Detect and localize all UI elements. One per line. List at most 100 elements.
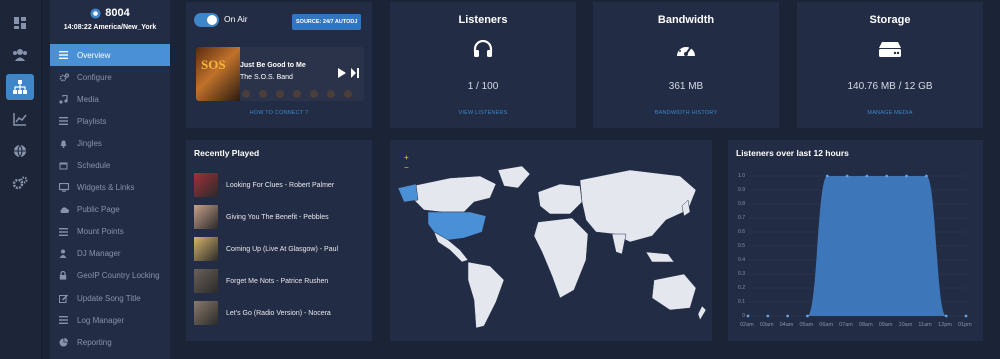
track-label: Forget Me Nots - Patrice Rushen [226,277,329,285]
bandwidth-card: Bandwidth 361 MB BANDWIDTH HISTORY [593,2,779,128]
globe-icon[interactable] [6,138,34,164]
track-label: Coming Up (Live At Glasgow) - Paul [226,245,339,253]
track-thumbnail [194,237,218,261]
nav-item-label: Reporting [77,337,112,347]
x-tick-label: 03am [759,322,774,328]
station-time: 14:08:22 America/New_York [63,24,157,31]
bandwidth-title: Bandwidth [657,14,715,26]
nav-item-label: GeoIP Country Locking [77,271,160,281]
nav-item-label: Log Manager [77,315,125,325]
nav-item-playlists[interactable]: Playlists [50,110,170,132]
x-tick-label: 11am [918,322,932,328]
map-indonesia [645,251,675,263]
album-art: SOS [196,47,240,101]
zoom-out-button[interactable]: − [404,164,409,172]
nav-item-schedule[interactable]: Schedule [50,154,170,176]
station-id: 8004 [105,7,130,19]
nav-item-label: Overview [77,50,111,60]
chart-svg [746,174,968,318]
nav-item-label: Playlists [77,116,107,126]
nav-item-log-manager[interactable]: Log Manager [50,309,170,331]
listeners-title: Listeners [458,14,508,26]
play-icon[interactable] [337,66,347,78]
nav-item-label: Widgets & Links [77,183,135,193]
onair-label: On Air [224,14,248,24]
x-tick-label: 01pm [958,322,972,328]
track-thumbnail [194,173,218,197]
nav-item-reporting[interactable]: Reporting [50,331,170,353]
track-label: Let's Go (Radio Version) - Nocera [226,309,331,317]
map-greenland [497,165,531,189]
nav-item-geoip-country-locking[interactable]: GeoIP Country Locking [50,265,170,287]
chart-point [905,174,908,178]
chart-point [924,174,928,178]
nav-item-overview[interactable]: Overview [50,44,170,67]
zoom-in-button[interactable]: + [404,154,409,162]
track-thumbnail [194,205,218,229]
user-icon [59,249,77,259]
nav-item-media[interactable]: Media [50,88,170,110]
recent-track: Forget Me Nots - Patrice Rushen [186,265,372,297]
pie-icon [59,337,77,347]
skip-icon[interactable] [350,66,360,78]
bandwidth-history-link[interactable]: BANDWIDTH HISTORY [593,110,779,116]
chart-point [806,314,809,318]
nav-item-dj-manager[interactable]: DJ Manager [50,243,170,265]
hdd-icon [797,40,983,63]
nav-item-mount-points[interactable]: Mount Points [50,221,170,243]
sitemap-icon[interactable] [6,74,34,100]
x-tick-label: 06am [819,322,834,328]
map-india [611,233,627,255]
cloud-icon [59,206,77,214]
chart-point [865,174,869,178]
chart-icon[interactable] [6,106,34,132]
music-icon [59,94,77,104]
nav-item-public-page[interactable]: Public Page [50,199,170,221]
track-label: Looking For Clues - Robert Palmer [226,181,335,189]
users-icon[interactable] [6,42,34,68]
chart-point [766,314,770,318]
now-playing: SOS Just Be Good to Me The S.O.S. Band [196,47,364,101]
source-badge[interactable]: SOURCE: 24/7 AUTODJ [292,14,362,30]
calendar-icon [59,161,77,170]
list-icon [59,316,77,325]
cogs-icon [59,73,77,82]
y-tick-label: 0.2 [738,285,745,291]
nav-list: Overview Configure Media Playlists Jingles Sc… [50,44,170,353]
nav-item-jingles[interactable]: Jingles [50,132,170,154]
track-thumbnail [194,269,218,293]
nav-item-widgets-links[interactable]: Widgets & Links [50,177,170,199]
map-europe [537,183,583,215]
world-map [397,165,707,329]
nav-item-label: Update Song Title [77,293,141,303]
icon-rail [0,0,42,359]
nav-item-label: Media [77,94,99,104]
dashboard-icon[interactable] [6,10,34,36]
y-tick-label: 0.5 [738,243,745,249]
x-tick-label: 10am [898,322,913,328]
listeners-chart-card: Listeners over last 12 hours 0 0.1 0.2 0.3 0… [728,140,983,341]
song-title: Just Be Good to Me [240,62,306,69]
cogs-icon[interactable] [6,170,34,196]
list-icon [59,51,77,60]
gauge-icon [593,40,779,63]
x-tick-label: 12pm [938,322,952,328]
how-to-connect-link[interactable]: HOW TO CONNECT ? [186,110,372,116]
chart-point [786,314,790,318]
y-tick-label: 1.0 [738,173,745,179]
bandwidth-value: 361 MB [668,81,704,92]
nav-item-configure[interactable]: Configure [50,66,170,88]
y-tick-label: 0.7 [738,215,745,221]
listeners-chart: 0 0.1 0.2 0.3 0.4 0.5 0.6 0.7 0.8 0.9 1.0 02am 03am 0… [728,140,983,341]
view-listeners-link[interactable]: VIEW LISTENERS [390,110,576,116]
chart-point [964,314,968,318]
map-canada [411,175,497,213]
manage-media-link[interactable]: MANAGE MEDIA [797,110,983,116]
nav-item-update-song-title[interactable]: Update Song Title [50,287,170,309]
listeners-card: Listeners 1 / 100 VIEW LISTENERS [390,2,576,128]
y-tick-label: 0.9 [738,187,745,193]
nav-item-label: DJ Manager [77,249,121,259]
onair-toggle[interactable] [194,13,219,27]
y-tick-label: 0.8 [738,201,745,207]
x-tick-label: 09am [878,322,893,328]
